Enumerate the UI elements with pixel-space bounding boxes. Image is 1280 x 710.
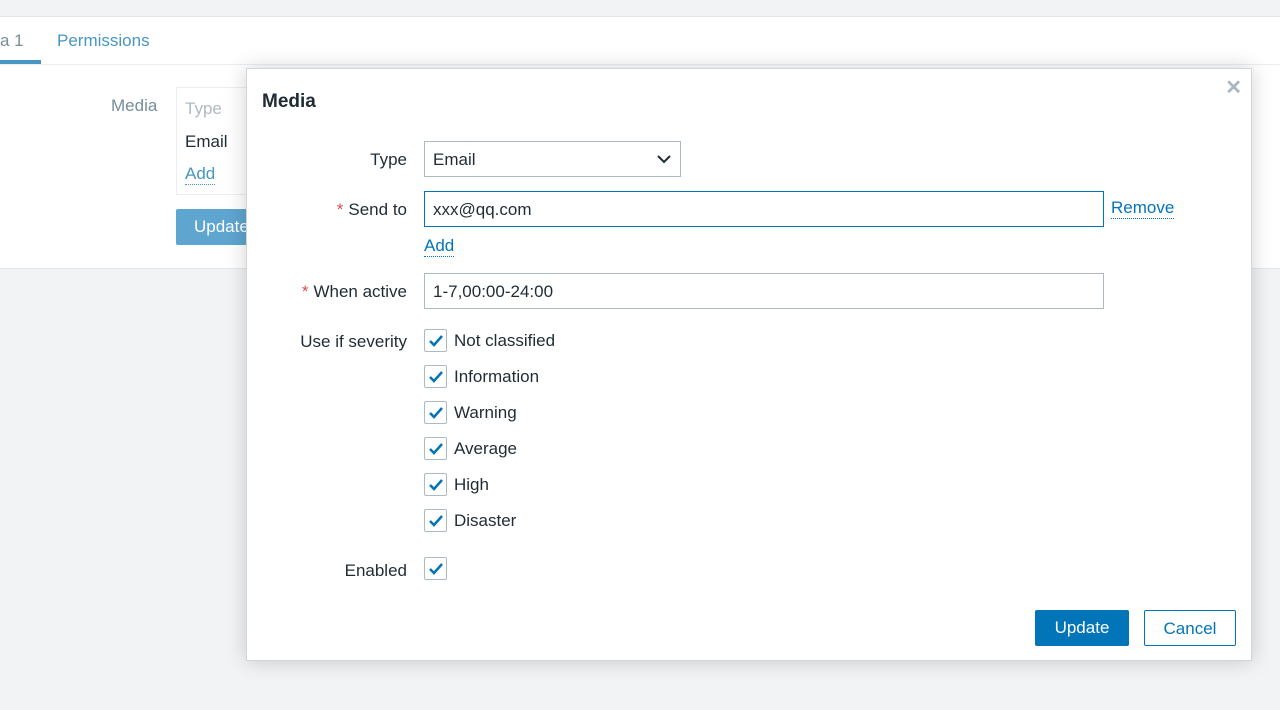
tab-permissions[interactable]: Permissions	[57, 31, 150, 51]
tab-bar: a 1 Permissions	[0, 17, 1280, 65]
send-to-label: * Send to	[336, 200, 407, 219]
severity-checkbox[interactable]	[424, 329, 447, 352]
severity-label-item: Average	[454, 439, 518, 458]
media-dialog: Media ✕ Type Email * Send to xxx@qq.com R…	[246, 68, 1252, 661]
enabled-label: Enabled	[344, 561, 407, 580]
when-active-input[interactable]: 1-7,00:00-24:00	[424, 273, 1104, 309]
severity-checkbox[interactable]	[424, 509, 447, 532]
close-icon[interactable]: ✕	[1225, 75, 1242, 100]
send-to-input[interactable]: xxx@qq.com	[424, 191, 1104, 227]
cancel-button[interactable]: Cancel	[1144, 610, 1236, 646]
update-user-button[interactable]: Update	[176, 209, 256, 245]
severity-checkbox[interactable]	[424, 437, 447, 460]
check-icon	[429, 443, 443, 455]
top-strip	[0, 0, 1280, 17]
active-tab-indicator	[0, 60, 41, 64]
media-table: Type Email Add	[176, 87, 256, 195]
severity-label-item: Warning	[454, 403, 517, 422]
add-media-link[interactable]: Add	[185, 164, 216, 185]
media-row-type: Email	[185, 132, 228, 151]
severity-label-item: Disaster	[454, 511, 517, 530]
severity-label-item: High	[454, 475, 489, 494]
severity-checkbox[interactable]	[424, 401, 447, 424]
add-send-to-link[interactable]: Add	[424, 236, 455, 257]
update-button[interactable]: Update	[1035, 610, 1129, 646]
severity-checkbox[interactable]	[424, 365, 447, 388]
severity-label: Use if severity	[300, 332, 407, 351]
chevron-down-icon	[657, 155, 671, 164]
check-icon	[429, 371, 443, 383]
severity-checkbox[interactable]	[424, 473, 447, 496]
check-icon	[429, 407, 443, 419]
dialog-title: Media	[262, 91, 316, 112]
tab-media[interactable]: a 1	[0, 31, 24, 51]
remove-send-to-link[interactable]: Remove	[1111, 198, 1175, 219]
check-icon	[429, 335, 443, 347]
column-header-type: Type	[185, 99, 222, 118]
when-active-label: * When active	[301, 282, 407, 301]
severity-label-item: Not classified	[454, 331, 556, 350]
check-icon	[429, 515, 443, 527]
media-label: Media	[111, 96, 158, 115]
type-label: Type	[370, 150, 407, 169]
type-select[interactable]: Email	[424, 141, 681, 177]
severity-label-item: Information	[454, 367, 540, 386]
check-icon	[429, 479, 443, 491]
type-select-value: Email	[433, 150, 476, 169]
enabled-checkbox[interactable]	[424, 557, 447, 580]
check-icon	[429, 563, 443, 575]
